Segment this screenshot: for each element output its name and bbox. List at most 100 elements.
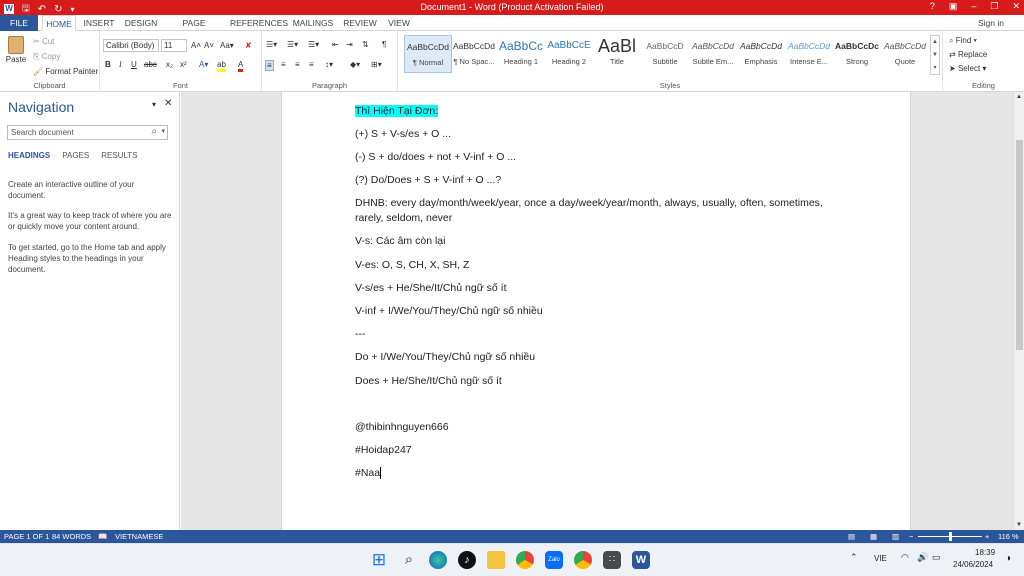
- language-indicator[interactable]: VIETNAMESE: [115, 532, 163, 541]
- align-right-icon[interactable]: ≡: [295, 60, 300, 69]
- borders-icon[interactable]: ⊞▾: [371, 60, 382, 69]
- zoom-out-icon[interactable]: −: [909, 532, 913, 541]
- superscript-button[interactable]: x²: [180, 60, 187, 69]
- styles-gallery-scroll[interactable]: ▲ ▼ ▾: [930, 35, 940, 75]
- calculator-icon[interactable]: ∷: [603, 551, 621, 569]
- zoom-level[interactable]: 116 %: [998, 532, 1019, 541]
- format-painter-button[interactable]: 🖌 Format Painter: [33, 67, 98, 76]
- style-title[interactable]: AaBl Title: [593, 35, 641, 73]
- replace-button[interactable]: ⇄ Replace: [949, 50, 987, 59]
- tab-insert[interactable]: INSERT: [83, 15, 115, 31]
- windows-start-icon[interactable]: ⊞: [370, 551, 388, 569]
- zoom-in-icon[interactable]: +: [985, 532, 989, 541]
- scroll-down-icon[interactable]: ▼: [1016, 522, 1022, 528]
- nav-close-icon[interactable]: ✕: [164, 98, 172, 109]
- tab-review[interactable]: REVIEW: [342, 15, 378, 31]
- tab-home[interactable]: HOME: [42, 15, 76, 31]
- chrome-icon[interactable]: [516, 551, 534, 569]
- scroll-up-icon[interactable]: ▲: [1016, 94, 1022, 100]
- style-strong[interactable]: AaBbCcDc Strong: [833, 35, 881, 73]
- nav-options-icon[interactable]: ▾: [152, 100, 156, 109]
- tab-page-layout[interactable]: PAGE LAYOUT: [166, 15, 222, 44]
- highlight-color-icon[interactable]: ab: [217, 60, 226, 72]
- help-button[interactable]: ?: [930, 1, 935, 12]
- tab-pages[interactable]: PAGES: [62, 151, 89, 160]
- document-page[interactable]: Thì Hiện Tại Đơn: (+) S + V-s/es + O ...…: [281, 92, 911, 530]
- tiktok-icon[interactable]: ♪: [458, 551, 476, 569]
- pilcrow-icon[interactable]: ¶: [382, 40, 386, 49]
- shrink-font-icon[interactable]: A˅: [204, 41, 214, 50]
- underline-button[interactable]: U: [131, 60, 137, 69]
- style-quote[interactable]: AaBbCcDd Quote: [881, 35, 929, 73]
- clear-formatting-icon[interactable]: ✘: [245, 41, 252, 50]
- vertical-scrollbar[interactable]: ▲ ▼: [1013, 92, 1024, 530]
- scroll-thumb[interactable]: [1016, 140, 1023, 350]
- bullets-icon[interactable]: ☰▾: [266, 40, 277, 49]
- proofing-icon[interactable]: 📖: [98, 532, 107, 541]
- tab-headings[interactable]: HEADINGS: [8, 151, 50, 160]
- font-color-icon[interactable]: A: [238, 60, 244, 72]
- line-spacing-icon[interactable]: ↕▾: [325, 60, 333, 69]
- font-size-box[interactable]: 11: [161, 39, 187, 52]
- paste-button[interactable]: Paste: [5, 36, 27, 72]
- copy-button[interactable]: ⎘ Copy: [33, 52, 60, 62]
- input-language[interactable]: VIE: [874, 554, 887, 563]
- tab-references[interactable]: REFERENCES: [230, 15, 288, 31]
- style-normal[interactable]: AaBbCcDd ¶ Normal: [404, 35, 452, 73]
- restore-button[interactable]: ❐: [990, 1, 998, 12]
- sort-icon[interactable]: ⇅: [362, 40, 369, 49]
- style-heading-1[interactable]: AaBbCc Heading 1: [497, 35, 545, 73]
- battery-icon[interactable]: ▭: [932, 552, 941, 563]
- style-no-spacing[interactable]: AaBbCcDd ¶ No Spac...: [450, 35, 498, 73]
- multilevel-list-icon[interactable]: ☰▾: [308, 40, 319, 49]
- zalo-icon[interactable]: Zalo: [545, 551, 563, 569]
- notification-icon[interactable]: ◑: [1005, 553, 1011, 564]
- close-button[interactable]: ✕: [1012, 1, 1020, 12]
- page-count[interactable]: PAGE 1 OF 1: [4, 532, 49, 541]
- style-emphasis[interactable]: AaBbCcDd Emphasis: [737, 35, 785, 73]
- word-app-icon[interactable]: W: [632, 551, 650, 569]
- style-heading-2[interactable]: AaBbCcE Heading 2: [545, 35, 593, 73]
- select-button[interactable]: ➤ Select ▾: [949, 64, 986, 73]
- read-mode-icon[interactable]: ▤: [848, 532, 855, 541]
- increase-indent-icon[interactable]: ⇥: [346, 40, 353, 49]
- search-icon[interactable]: ⌕: [400, 551, 418, 569]
- change-case-icon[interactable]: Aa▾: [220, 41, 234, 50]
- zoom-slider-thumb[interactable]: [949, 532, 952, 541]
- search-document-input[interactable]: Search document ⌕ ▾: [7, 125, 168, 140]
- grow-font-icon[interactable]: A˄: [191, 41, 201, 50]
- search-icon[interactable]: ⌕: [151, 126, 157, 137]
- font-name-box[interactable]: Calibri (Body): [103, 39, 159, 52]
- numbering-icon[interactable]: ☰▾: [287, 40, 298, 49]
- italic-button[interactable]: I: [119, 60, 122, 69]
- find-button[interactable]: ⌕ Find ▾: [949, 36, 977, 46]
- subscript-button[interactable]: x₂: [166, 60, 173, 69]
- show-hidden-icons-icon[interactable]: ⌃: [850, 552, 858, 563]
- tab-mailings[interactable]: MAILINGS: [292, 15, 334, 31]
- volume-icon[interactable]: 🔊: [917, 552, 928, 563]
- strikethrough-button[interactable]: abc: [144, 60, 157, 69]
- word-count[interactable]: 84 WORDS: [52, 532, 91, 541]
- cut-button[interactable]: ✂ Cut: [33, 37, 54, 46]
- wifi-icon[interactable]: ◠: [901, 552, 909, 563]
- sign-in-link[interactable]: Sign in: [978, 18, 1004, 28]
- clock-time[interactable]: 18:39: [975, 548, 995, 557]
- tab-file[interactable]: FILE: [0, 15, 38, 31]
- search-dropdown-icon[interactable]: ▾: [161, 127, 165, 135]
- style-intense-emphasis[interactable]: AaBbCcDd Intense E...: [785, 35, 833, 73]
- tab-design[interactable]: DESIGN: [123, 15, 159, 31]
- tab-results[interactable]: RESULTS: [101, 151, 137, 160]
- minimize-button[interactable]: –: [971, 1, 976, 12]
- web-layout-icon[interactable]: ▥: [892, 532, 899, 541]
- tab-view[interactable]: VIEW: [386, 15, 412, 31]
- align-center-icon[interactable]: ≡: [281, 60, 286, 69]
- style-subtle-emphasis[interactable]: AaBbCcDd Subtle Em...: [689, 35, 737, 73]
- file-explorer-icon[interactable]: [487, 551, 505, 569]
- edge-browser-icon[interactable]: [429, 551, 447, 569]
- print-layout-icon[interactable]: ▦: [870, 532, 877, 541]
- text-effects-icon[interactable]: A▾: [199, 60, 208, 69]
- clock-date[interactable]: 24/06/2024: [953, 560, 993, 569]
- ribbon-display-icon[interactable]: ▣: [949, 1, 958, 12]
- bold-button[interactable]: B: [105, 60, 111, 69]
- justify-icon[interactable]: ≡: [309, 60, 314, 69]
